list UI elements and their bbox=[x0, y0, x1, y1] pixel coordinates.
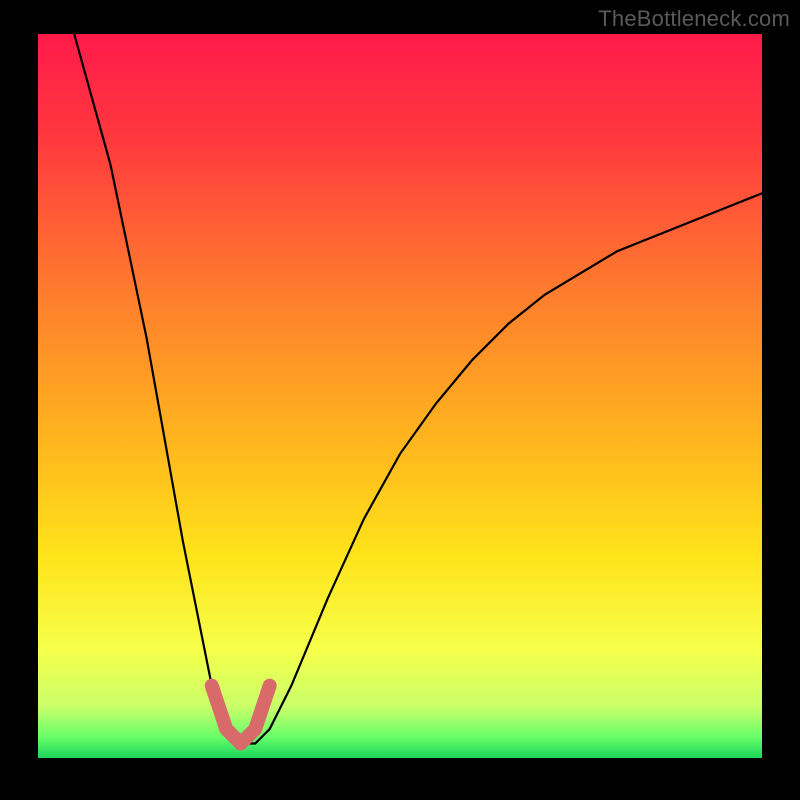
chart-svg bbox=[38, 34, 762, 758]
plot-area bbox=[38, 34, 762, 758]
gradient-background bbox=[38, 34, 762, 758]
watermark-text: TheBottleneck.com bbox=[598, 6, 790, 32]
chart-frame: TheBottleneck.com bbox=[0, 0, 800, 800]
